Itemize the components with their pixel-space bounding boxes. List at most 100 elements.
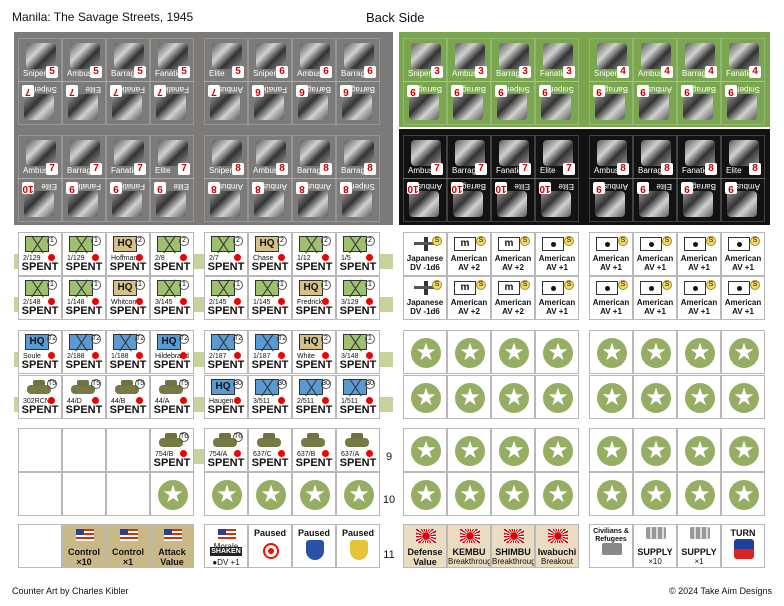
event-counter[interactable]: Barrage 8 <box>292 135 336 179</box>
star-counter[interactable]: ★ <box>677 472 721 516</box>
japanese-marker-counter[interactable]: KEMBUBreakthrough <box>447 524 491 568</box>
unit-counter[interactable]: 1/12 2 SPENT <box>292 232 336 276</box>
event-counter[interactable]: Barrage 6 <box>336 81 380 125</box>
morale-counter[interactable]: MoraleSHAKEN●DV +1 <box>204 524 248 568</box>
support-counter[interactable]: S Japanese DV -1d6 <box>403 276 447 320</box>
star-counter[interactable]: ★ <box>633 472 677 516</box>
event-counter[interactable]: Elite 5 <box>204 38 248 82</box>
support-counter[interactable]: S Japanese DV -1d6 <box>403 232 447 276</box>
game-marker-counter[interactable]: TURN <box>721 524 765 568</box>
blank-counter[interactable] <box>106 472 150 516</box>
support-counter[interactable]: S American AV +1 <box>535 232 579 276</box>
event-counter[interactable]: Ambush 5 <box>62 38 106 82</box>
support-counter[interactable]: S American AV +1 <box>721 232 765 276</box>
event-counter[interactable]: Ambush 7 <box>403 135 447 179</box>
paused-counter[interactable]: Paused <box>292 524 336 568</box>
unit-counter[interactable]: 2/145 1 SPENT <box>204 276 248 320</box>
control-counter[interactable]: Control ×10 <box>62 524 106 568</box>
event-counter[interactable]: Elite 7 <box>150 135 194 179</box>
event-counter[interactable]: Ambush 8 <box>248 178 292 222</box>
blank-counter[interactable]: ★ <box>248 472 292 516</box>
unit-counter[interactable]: 3/129 1 SPENT <box>336 276 380 320</box>
unit-counter[interactable]: HQ Whitcomb 1 SPENT <box>106 276 150 320</box>
unit-counter[interactable]: 754/B T6 SPENT <box>150 428 194 472</box>
event-counter[interactable]: Ambush 6 <box>292 38 336 82</box>
japanese-marker-counter[interactable]: SHIMBUBreakthrough <box>491 524 535 568</box>
unit-counter[interactable]: 3/511 30 SPENT <box>248 375 292 419</box>
star-counter[interactable]: ★ <box>403 375 447 419</box>
star-counter[interactable]: ★ <box>447 428 491 472</box>
event-counter[interactable]: Elite 7 <box>62 81 106 125</box>
star-counter[interactable]: ★ <box>535 428 579 472</box>
support-counter[interactable]: m S American AV +2 <box>447 232 491 276</box>
unit-counter[interactable]: 637/B SPENT <box>292 428 336 472</box>
event-counter[interactable]: Fanatic 6 <box>248 81 292 125</box>
star-counter[interactable]: ★ <box>677 375 721 419</box>
unit-counter[interactable]: HQ Fredrick 1 SPENT <box>292 276 336 320</box>
unit-counter[interactable]: 2/129 1 SPENT <box>18 232 62 276</box>
unit-counter[interactable]: 1/148 1 SPENT <box>62 276 106 320</box>
event-counter[interactable]: Fanatic 4 <box>721 38 765 82</box>
star-counter[interactable]: ★ <box>491 375 535 419</box>
unit-counter[interactable]: 44/B T5 SPENT <box>106 375 150 419</box>
event-counter[interactable]: Barrage 7 <box>62 135 106 179</box>
blank-counter[interactable]: ★ <box>204 472 248 516</box>
event-counter[interactable]: Sniper 9 <box>535 81 579 125</box>
event-counter[interactable]: Barrage 4 <box>677 38 721 82</box>
blank-counter[interactable]: ★ <box>336 472 380 516</box>
star-counter[interactable]: ★ <box>589 472 633 516</box>
unit-counter[interactable]: 1/187 T2 SPENT <box>248 330 292 374</box>
event-counter[interactable]: Sniper 3 <box>403 38 447 82</box>
star-counter[interactable]: ★ <box>535 330 579 374</box>
star-counter[interactable]: ★ <box>677 428 721 472</box>
support-counter[interactable]: S American AV +1 <box>633 276 677 320</box>
event-counter[interactable]: Ambush 7 <box>204 81 248 125</box>
event-counter[interactable]: Fanatic 8 <box>677 135 721 179</box>
support-counter[interactable]: S American AV +1 <box>589 232 633 276</box>
support-counter[interactable]: S American AV +1 <box>721 276 765 320</box>
event-counter[interactable]: Sniper 5 <box>18 38 62 82</box>
event-counter[interactable]: Barrage 9 <box>589 81 633 125</box>
event-counter[interactable]: Fanatic 7 <box>150 81 194 125</box>
star-counter[interactable]: ★ <box>447 375 491 419</box>
japanese-marker-counter[interactable]: Iwabuchi Breakout <box>535 524 579 568</box>
unit-counter[interactable]: 2/148 1 SPENT <box>18 276 62 320</box>
blank-counter[interactable]: ★ <box>150 472 194 516</box>
control-counter[interactable]: Attack Value <box>150 524 194 568</box>
event-counter[interactable]: Fanatic 9 <box>62 178 106 222</box>
star-counter[interactable]: ★ <box>491 330 535 374</box>
support-counter[interactable]: S American AV +1 <box>677 232 721 276</box>
event-counter[interactable]: Fanatic 7 <box>106 81 150 125</box>
event-counter[interactable]: Elite 10 <box>491 178 535 222</box>
unit-counter[interactable]: 44/D T5 SPENT <box>62 375 106 419</box>
event-counter[interactable]: Elite 9 <box>633 178 677 222</box>
unit-counter[interactable]: HQ Soule T2 SPENT <box>18 330 62 374</box>
support-counter[interactable]: m S American AV +2 <box>491 232 535 276</box>
star-counter[interactable]: ★ <box>403 330 447 374</box>
event-counter[interactable]: Sniper 4 <box>589 38 633 82</box>
support-counter[interactable]: S American AV +1 <box>589 276 633 320</box>
star-counter[interactable]: ★ <box>535 375 579 419</box>
unit-counter[interactable]: 3/145 1 SPENT <box>150 276 194 320</box>
event-counter[interactable]: Ambush 8 <box>248 135 292 179</box>
event-counter[interactable]: Barrage 8 <box>633 135 677 179</box>
event-counter[interactable]: Barrage 10 <box>447 178 491 222</box>
unit-counter[interactable]: 1/145 1 SPENT <box>248 276 292 320</box>
japanese-marker-counter[interactable]: Defense Value <box>403 524 447 568</box>
unit-counter[interactable]: HQ Hildebrand T2 SPENT <box>150 330 194 374</box>
game-marker-counter[interactable]: SUPPLY ×10 <box>633 524 677 568</box>
blank-counter[interactable]: ★ <box>292 472 336 516</box>
event-counter[interactable]: Elite 10 <box>18 178 62 222</box>
support-counter[interactable]: m S American AV +2 <box>447 276 491 320</box>
support-counter[interactable]: S American AV +1 <box>633 232 677 276</box>
event-counter[interactable]: Ambush 3 <box>447 38 491 82</box>
star-counter[interactable]: ★ <box>677 330 721 374</box>
paused-counter[interactable]: Paused <box>336 524 380 568</box>
event-counter[interactable]: Ambush 9 <box>589 178 633 222</box>
event-counter[interactable]: Sniper 6 <box>248 38 292 82</box>
event-counter[interactable]: Elite 9 <box>150 178 194 222</box>
unit-counter[interactable]: 3/148 1 SPENT <box>336 330 380 374</box>
event-counter[interactable]: Barrage 6 <box>336 38 380 82</box>
event-counter[interactable]: Barrage 9 <box>447 81 491 125</box>
blank-counter[interactable] <box>18 524 62 568</box>
